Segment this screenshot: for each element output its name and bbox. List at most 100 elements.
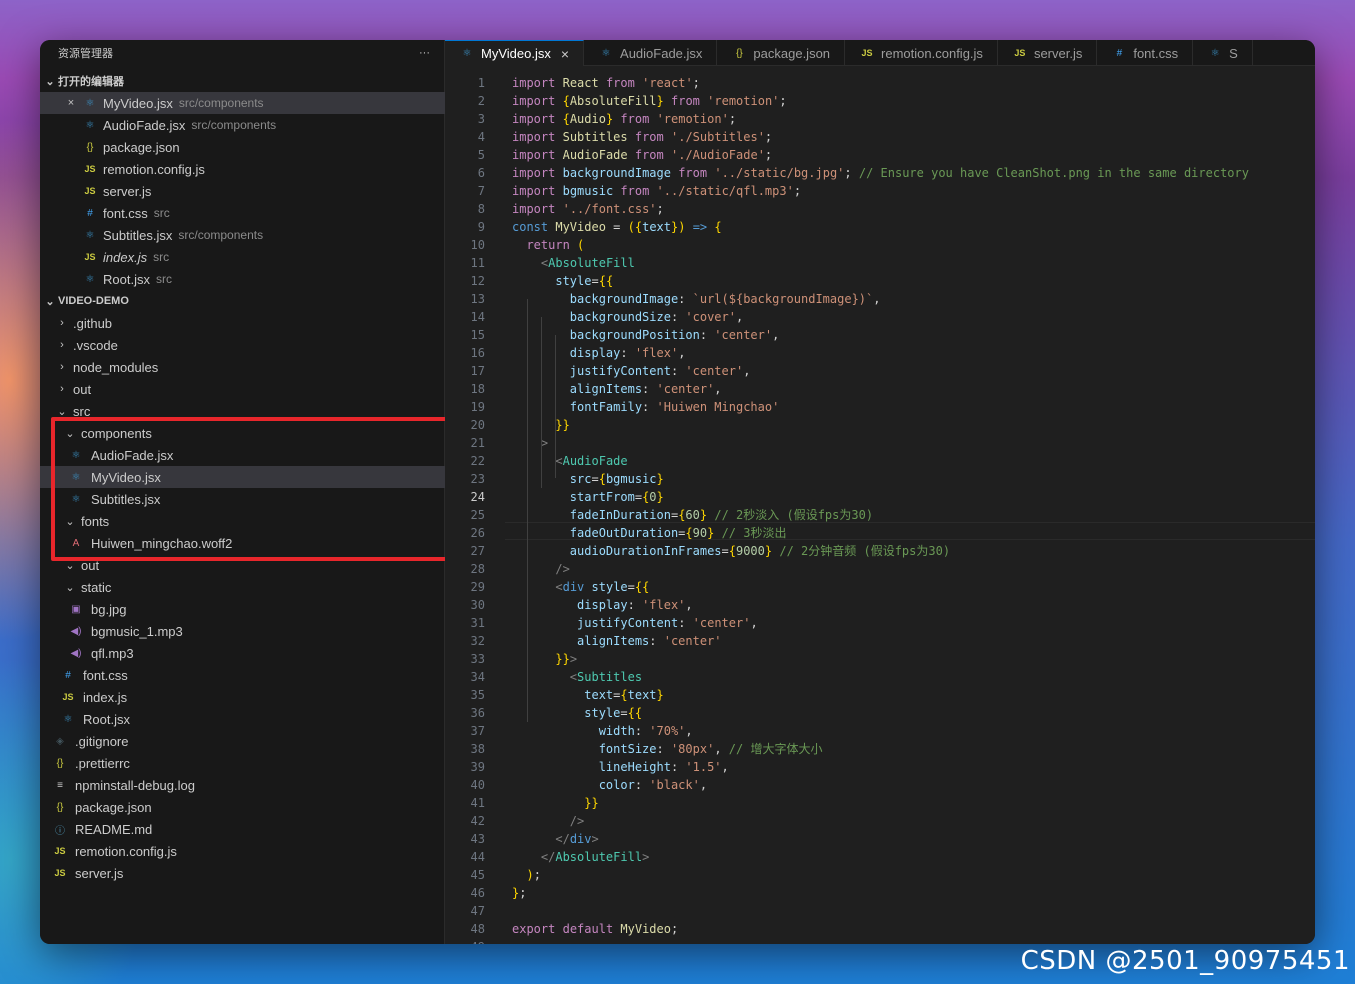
- indent-guide: [527, 299, 528, 722]
- code-line[interactable]: alignItems: 'center',: [512, 380, 722, 398]
- code-line[interactable]: };: [512, 884, 526, 902]
- code-line[interactable]: export default MyVideo;: [512, 920, 678, 938]
- tab-s[interactable]: ⚛ S: [1193, 40, 1253, 66]
- close-icon[interactable]: ×: [64, 97, 78, 109]
- code-line[interactable]: <AbsoluteFill: [512, 254, 635, 272]
- code-line[interactable]: const MyVideo = ({text}) => {: [512, 218, 722, 236]
- folder-item[interactable]: › .github: [40, 312, 445, 334]
- tab-server-js[interactable]: JS server.js: [998, 40, 1098, 66]
- code-line[interactable]: fadeOutDuration={90} // 3秒淡出: [512, 524, 787, 542]
- open-editor-item[interactable]: JS index.js src: [40, 246, 445, 268]
- line-number: 29: [470, 580, 485, 594]
- code-line[interactable]: import {Audio} from 'remotion';: [512, 110, 736, 128]
- open-editor-name: Root.jsx: [103, 271, 150, 287]
- file-item[interactable]: ◀) qfl.mp3: [40, 642, 445, 664]
- open-editor-item[interactable]: # font.css src: [40, 202, 445, 224]
- explorer-header: 资源管理器 ···: [40, 40, 444, 66]
- file-item[interactable]: JS index.js: [40, 686, 445, 708]
- code-line[interactable]: startFrom={0}: [512, 488, 664, 506]
- code-line[interactable]: import Subtitles from './Subtitles';: [512, 128, 772, 146]
- open-editor-item[interactable]: ⚛ Subtitles.jsx src/components: [40, 224, 445, 246]
- code-line[interactable]: fadeInDuration={60} // 2秒淡入 (假设fps为30): [512, 506, 873, 524]
- code-line[interactable]: style={{: [512, 704, 642, 722]
- code-line[interactable]: backgroundSize: 'cover',: [512, 308, 743, 326]
- code-editor[interactable]: 1 import React from 'react'; 2 import {Abso…: [445, 66, 1315, 944]
- code-line[interactable]: backgroundPosition: 'center',: [512, 326, 780, 344]
- file-item[interactable]: # font.css: [40, 664, 445, 686]
- open-editor-item[interactable]: ⚛ AudioFade.jsx src/components: [40, 114, 445, 136]
- code-line[interactable]: audioDurationInFrames={9000} // 2分钟音频 (假…: [512, 542, 950, 560]
- code-line[interactable]: );: [512, 866, 540, 884]
- folder-item[interactable]: › .vscode: [40, 334, 445, 356]
- code-line[interactable]: </AbsoluteFill>: [512, 848, 649, 866]
- code-line[interactable]: import AudioFade from './AudioFade';: [512, 146, 772, 164]
- code-line[interactable]: </div>: [512, 830, 598, 848]
- file-item[interactable]: ▣ bg.jpg: [40, 598, 445, 620]
- code-line[interactable]: />: [512, 812, 584, 830]
- tab-font-css[interactable]: # font.css: [1097, 40, 1194, 66]
- code-line[interactable]: }}>: [512, 650, 577, 668]
- code-line[interactable]: <div style={{: [512, 578, 649, 596]
- code-line[interactable]: justifyContent: 'center',: [512, 614, 758, 632]
- open-editor-item[interactable]: JS server.js: [40, 180, 445, 202]
- file-item[interactable]: JS remotion.config.js: [40, 840, 445, 862]
- file-item[interactable]: ≡ npminstall-debug.log: [40, 774, 445, 796]
- tab-remotion-config-js[interactable]: JS remotion.config.js: [845, 40, 998, 66]
- project-name: VIDEO-DEMO: [58, 295, 129, 307]
- code-line[interactable]: }}: [512, 794, 598, 812]
- folder-item[interactable]: › out: [40, 378, 445, 400]
- tree-item-name: npminstall-debug.log: [75, 777, 195, 793]
- code-line[interactable]: <Subtitles: [512, 668, 642, 686]
- open-editor-name: package.json: [103, 139, 180, 155]
- open-editor-item[interactable]: {} package.json: [40, 136, 445, 158]
- tab-package-json[interactable]: {} package.json: [717, 40, 846, 66]
- code-line[interactable]: backgroundImage: `url(${backgroundImage}…: [512, 290, 881, 308]
- code-line[interactable]: <AudioFade: [512, 452, 627, 470]
- file-item[interactable]: JS server.js: [40, 862, 445, 884]
- code-line[interactable]: />: [512, 560, 569, 578]
- code-line[interactable]: lineHeight: '1.5',: [512, 758, 729, 776]
- tab-audiofade-jsx[interactable]: ⚛ AudioFade.jsx: [584, 40, 718, 66]
- file-item[interactable]: ◀) bgmusic_1.mp3: [40, 620, 445, 642]
- code-line[interactable]: display: 'flex',: [512, 344, 686, 362]
- open-editor-item[interactable]: ⚛ Root.jsx src: [40, 268, 445, 290]
- code-line[interactable]: import bgmusic from '../static/qfl.mp3';: [512, 182, 801, 200]
- project-header[interactable]: ⌄ VIDEO-DEMO: [40, 290, 445, 312]
- code-line[interactable]: fontFamily: 'Huiwen Mingchao': [512, 398, 780, 416]
- code-line[interactable]: text={text}: [512, 686, 664, 704]
- file-item[interactable]: ◈ .gitignore: [40, 730, 445, 752]
- close-icon[interactable]: ×: [561, 46, 569, 62]
- code-line[interactable]: >: [512, 434, 548, 452]
- folder-item[interactable]: ⌄ static: [40, 576, 445, 598]
- code-line[interactable]: import backgroundImage from '../static/b…: [512, 164, 1249, 182]
- css-icon: #: [1116, 47, 1123, 59]
- file-item[interactable]: {} .prettierrc: [40, 752, 445, 774]
- code-line[interactable]: import '../font.css';: [512, 200, 664, 218]
- file-item[interactable]: {} package.json: [40, 796, 445, 818]
- code-line[interactable]: display: 'flex',: [512, 596, 693, 614]
- code-line[interactable]: justifyContent: 'center',: [512, 362, 751, 380]
- code-line[interactable]: src={bgmusic}: [512, 470, 664, 488]
- tab-label: package.json: [753, 45, 831, 61]
- line-number: 17: [470, 364, 485, 378]
- open-editor-item[interactable]: × ⚛ MyVideo.jsx src/components: [40, 92, 445, 114]
- more-actions-icon[interactable]: ···: [419, 47, 430, 59]
- code-line[interactable]: style={{: [512, 272, 613, 290]
- open-editor-name: server.js: [103, 183, 152, 199]
- code-line[interactable]: color: 'black',: [512, 776, 707, 794]
- line-number: 11: [470, 256, 485, 270]
- tab-myvideo-jsx[interactable]: ⚛ MyVideo.jsx ×: [445, 40, 585, 66]
- chevron-down-icon: ⌄: [45, 75, 55, 88]
- code-line[interactable]: import {AbsoluteFill} from 'remotion';: [512, 92, 787, 110]
- open-editor-item[interactable]: JS remotion.config.js: [40, 158, 445, 180]
- tab-label: AudioFade.jsx: [620, 45, 703, 61]
- folder-item[interactable]: › node_modules: [40, 356, 445, 378]
- code-line[interactable]: return (: [512, 236, 584, 254]
- open-editors-header[interactable]: ⌄ 打开的编辑器: [40, 70, 445, 92]
- file-item[interactable]: ⓘ README.md: [40, 818, 445, 840]
- code-line[interactable]: alignItems: 'center': [512, 632, 722, 650]
- code-line[interactable]: fontSize: '80px', // 增大字体大小: [512, 740, 823, 758]
- code-line[interactable]: width: '70%',: [512, 722, 693, 740]
- file-item[interactable]: ⚛ Root.jsx: [40, 708, 445, 730]
- code-line[interactable]: import React from 'react';: [512, 74, 700, 92]
